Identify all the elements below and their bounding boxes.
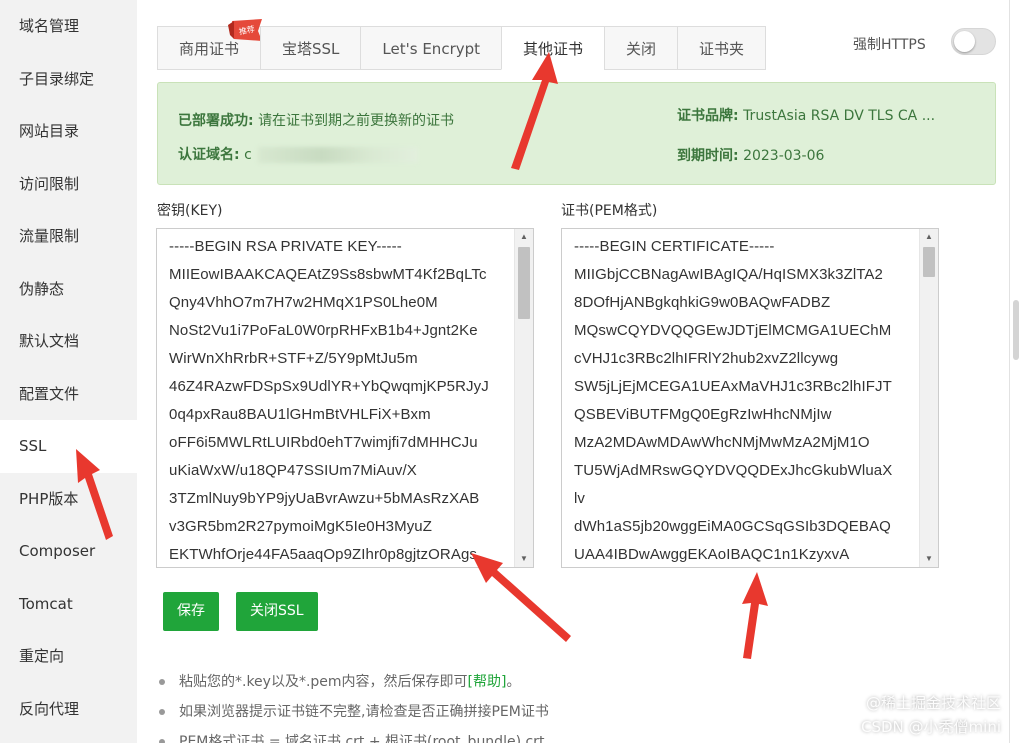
page-scroll-thumb[interactable]	[1013, 300, 1019, 360]
scroll-down-icon[interactable]: ▼	[515, 551, 533, 567]
ssl-panel: 商用证书 推荐 宝塔SSL Let's Encrypt 其他证书 关闭 证书夹 …	[137, 0, 1021, 743]
tab-close[interactable]: 关闭	[604, 26, 679, 70]
save-button[interactable]: 保存	[163, 592, 219, 631]
text-line: Qny4VhhO7m7H7w2HMqX1PS0Lhe0M	[169, 294, 438, 311]
text-line: EKTWhfOrje44FA5aaqOp9ZIhr0p8gjtzORAgs	[169, 546, 478, 563]
tab-commercial-cert[interactable]: 商用证书 推荐	[157, 19, 262, 70]
text-line: dWh1aS5jb20wggEiMA0GCSqGSIb3DQEBAQ	[574, 518, 891, 535]
scroll-up-icon[interactable]: ▲	[515, 229, 533, 245]
force-https-toggle[interactable]	[951, 28, 996, 55]
tab-bt-ssl[interactable]: 宝塔SSL	[260, 26, 362, 70]
text-line: uKiaWxW/u18QP47SSIUm7MiAuv/X	[169, 462, 417, 479]
scroll-up-icon[interactable]: ▲	[920, 229, 938, 245]
sidebar-item-domain[interactable]: 域名管理	[0, 0, 137, 53]
text-line: 3TZmlNuy9bYP9jyUaBvrAwzu+5bMAsRzXAB	[169, 490, 480, 507]
text-line: -----BEGIN RSA PRIVATE KEY-----	[169, 238, 402, 255]
text-line: QSBEViBUTFMgQ0EgRzIwHhcNMjIw	[574, 406, 832, 423]
sidebar-item-default-doc[interactable]: 默认文档	[0, 315, 137, 368]
help-link[interactable]: [帮助]	[468, 674, 507, 690]
site-settings-sidebar: 域名管理 子目录绑定 网站目录 访问限制 流量限制 伪静态 默认文档 配置文件 …	[0, 0, 137, 743]
text-line: v3GR5bm2R27pymoiMgK5Ie0H3MyuZ	[169, 518, 433, 535]
tip1-suffix: 。	[506, 674, 521, 690]
sidebar-item-rewrite[interactable]: 伪静态	[0, 263, 137, 316]
tip-item: 如果浏览器提示证书链不完整,请检查是否正确拼接PEM证书	[157, 700, 549, 730]
text-line: cVHJ1c3RBc2lhIFRlY2hub2xvZ2llcywg	[574, 350, 839, 367]
key-label: 密钥(KEY)	[157, 203, 223, 219]
page-scrollbar[interactable]	[1009, 0, 1021, 743]
text-line: 8DOfHjANBgkqhkiG9w0BAQwFADBZ	[574, 294, 831, 311]
text-line: -----BEGIN CERTIFICATE-----	[574, 238, 775, 255]
text-line: MIIGbjCCBNagAwIBAgIQA/HqISMX3k3ZlTA2	[574, 266, 883, 283]
watermark-csdn: CSDN @小秃僧mini	[861, 718, 1001, 736]
tab-other-cert[interactable]: 其他证书	[501, 26, 606, 70]
text-line: MIIEowIBAAKCAQEAtZ9Ss8sbwMT4Kf2BqLTc	[169, 266, 487, 283]
text-line: 0q4pxRau8BAU1lGHmBtVHLFiX+Bxm	[169, 406, 431, 423]
recommend-ribbon-icon: 推荐	[228, 19, 262, 41]
sidebar-item-reverse-proxy[interactable]: 反向代理	[0, 683, 137, 736]
cert-textarea[interactable]: -----BEGIN CERTIFICATE----- MIIGbjCCBNagA…	[561, 228, 939, 568]
sidebar-item-composer[interactable]: Composer	[0, 525, 137, 578]
tab-cert-folder[interactable]: 证书夹	[677, 26, 767, 70]
cert-status-alert: 已部署成功: 请在证书到期之前更换新的证书 认证域名: c 证书品牌: Trus…	[157, 82, 996, 185]
sidebar-item-access-limit[interactable]: 访问限制	[0, 158, 137, 211]
tip-item: 粘贴您的*.key以及*.pem内容，然后保存即可[帮助]。	[157, 670, 549, 700]
ssl-tabs: 商用证书 推荐 宝塔SSL Let's Encrypt 其他证书 关闭 证书夹	[157, 19, 767, 70]
text-line: TU5WjAdMRswGQYDVQQDExJhcGkubWluaX	[574, 462, 893, 479]
tab-label: 商用证书	[179, 40, 240, 58]
sidebar-item-site-dir[interactable]: 网站目录	[0, 105, 137, 158]
cert-scroll-thumb[interactable]	[923, 247, 935, 277]
cert-scrollbar[interactable]: ▲ ▼	[919, 229, 938, 567]
tip1-prefix: 粘贴您的*.key以及*.pem内容，然后保存即可	[179, 674, 468, 690]
force-https-label: 强制HTTPS	[853, 37, 926, 53]
close-ssl-button[interactable]: 关闭SSL	[236, 592, 318, 631]
text-line: 46Z4RAzwFDSpSx9UdlYR+YbQwqmjKP5RJyJ	[169, 378, 489, 395]
text-line: SW5jLjEjMCEGA1UEAxMaVHJ1c3RBc2lhIFJT	[574, 378, 892, 395]
sidebar-item-subdir-binding[interactable]: 子目录绑定	[0, 53, 137, 106]
expire-label: 到期时间:	[677, 148, 739, 164]
text-line: oFF6i5MWLRtLUIRbd0ehT7wimjfi7dMHHCJu	[169, 434, 478, 451]
brand-value: TrustAsia RSA DV TLS CA ...	[743, 108, 936, 124]
redacted-domain	[257, 146, 418, 163]
text-line: MzA2MDAwMDAwWhcNMjMwMzA2MjM1O	[574, 434, 870, 451]
expire-row: 到期时间: 2023-03-06	[677, 145, 824, 165]
tip-item: PEM格式证书 = 域名证书.crt + 根证书(root_bundle).cr…	[157, 730, 549, 743]
watermark-juejin: @稀土掘金技术社区	[865, 694, 1001, 712]
brand-label: 证书品牌:	[677, 108, 739, 124]
sidebar-item-traffic-limit[interactable]: 流量限制	[0, 210, 137, 263]
tips-list: 粘贴您的*.key以及*.pem内容，然后保存即可[帮助]。 如果浏览器提示证书…	[157, 670, 549, 743]
sidebar-item-config-file[interactable]: 配置文件	[0, 368, 137, 421]
ssl-settings-window: 域名管理 子目录绑定 网站目录 访问限制 流量限制 伪静态 默认文档 配置文件 …	[0, 0, 1021, 743]
domain-row: 认证域名: c	[178, 144, 418, 164]
sidebar-item-php-version[interactable]: PHP版本	[0, 473, 137, 526]
key-text-lines: -----BEGIN RSA PRIVATE KEY----- MIIEowIBA…	[157, 233, 513, 567]
brand-row: 证书品牌: TrustAsia RSA DV TLS CA ...	[677, 105, 935, 125]
sidebar-item-tomcat[interactable]: Tomcat	[0, 578, 137, 631]
key-textarea[interactable]: -----BEGIN RSA PRIVATE KEY----- MIIEowIBA…	[156, 228, 534, 568]
deploy-status-row: 已部署成功: 请在证书到期之前更换新的证书	[178, 110, 454, 130]
text-line: lv	[574, 490, 586, 507]
tab-lets-encrypt[interactable]: Let's Encrypt	[360, 26, 503, 70]
expire-value: 2023-03-06	[743, 148, 825, 164]
cert-text-lines: -----BEGIN CERTIFICATE----- MIIGbjCCBNagA…	[562, 233, 918, 567]
key-scroll-thumb[interactable]	[518, 247, 530, 319]
toggle-knob	[954, 31, 975, 52]
text-line: UAA4IBDwAwggEKAoIBAQC1n1KzyxvA	[574, 546, 850, 563]
cert-label: 证书(PEM格式)	[561, 203, 658, 219]
domain-label: 认证域名:	[178, 147, 240, 163]
text-line: WirWnXhRrbR+STF+Z/5Y9pMtJu5m	[169, 350, 418, 367]
sidebar-item-ssl[interactable]: SSL	[0, 420, 137, 473]
key-scrollbar[interactable]: ▲ ▼	[514, 229, 533, 567]
domain-value: c	[244, 147, 252, 163]
deploy-status-label: 已部署成功:	[178, 113, 254, 129]
scroll-down-icon[interactable]: ▼	[920, 551, 938, 567]
sidebar-item-redirect[interactable]: 重定向	[0, 630, 137, 683]
text-line: NoSt2Vu1i7PoFaL0W0rpRHFxB1b4+Jgnt2Ke	[169, 322, 478, 339]
text-line: MQswCQYDVQQGEwJDTjElMCMGA1UEChM	[574, 322, 892, 339]
deploy-status-text: 请在证书到期之前更换新的证书	[258, 113, 455, 129]
